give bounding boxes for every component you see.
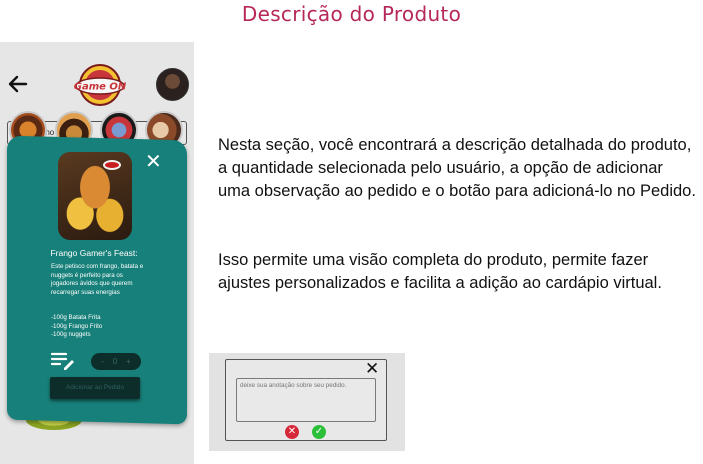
note-field[interactable] bbox=[236, 378, 376, 422]
explanation-paragraph: Isso permite uma visão completa do produ… bbox=[218, 251, 662, 292]
product-name: Frango Gamer's Feast: bbox=[50, 248, 138, 258]
edit-note-icon[interactable] bbox=[51, 352, 75, 370]
decrement-button[interactable]: - bbox=[101, 357, 104, 366]
explanation-paragraph: Nesta seção, você encontrará a descrição… bbox=[218, 136, 696, 200]
game-on-logo: Game ON bbox=[74, 64, 127, 106]
svg-text:Game ON: Game ON bbox=[74, 82, 127, 93]
product-items: -100g Batata Frita -100g Frango Frito -1… bbox=[51, 314, 151, 340]
add-to-order-button[interactable]: Adicionar ao Pedido bbox=[50, 377, 140, 399]
product-item: -100g Frango Frito bbox=[51, 322, 103, 330]
quantity-value: 0 bbox=[112, 357, 118, 366]
sauce-image bbox=[103, 160, 121, 170]
quantity-stepper[interactable]: - 0 + bbox=[91, 353, 141, 370]
confirm-icon[interactable]: ✓ bbox=[312, 425, 326, 439]
close-icon[interactable]: ✕ bbox=[145, 151, 162, 171]
back-arrow-icon[interactable] bbox=[6, 72, 30, 96]
increment-button[interactable]: + bbox=[126, 357, 131, 366]
page-title: Descrição do Produto bbox=[241, 2, 462, 26]
product-description: Este petisco com frango, batata e nugget… bbox=[51, 263, 144, 296]
product-item: -100g nuggets bbox=[51, 331, 91, 339]
close-icon[interactable]: ✕ bbox=[365, 361, 379, 378]
avatar[interactable] bbox=[156, 68, 189, 101]
cancel-icon[interactable]: ✕ bbox=[285, 425, 299, 439]
product-item: -100g Batata Frita bbox=[51, 314, 101, 321]
